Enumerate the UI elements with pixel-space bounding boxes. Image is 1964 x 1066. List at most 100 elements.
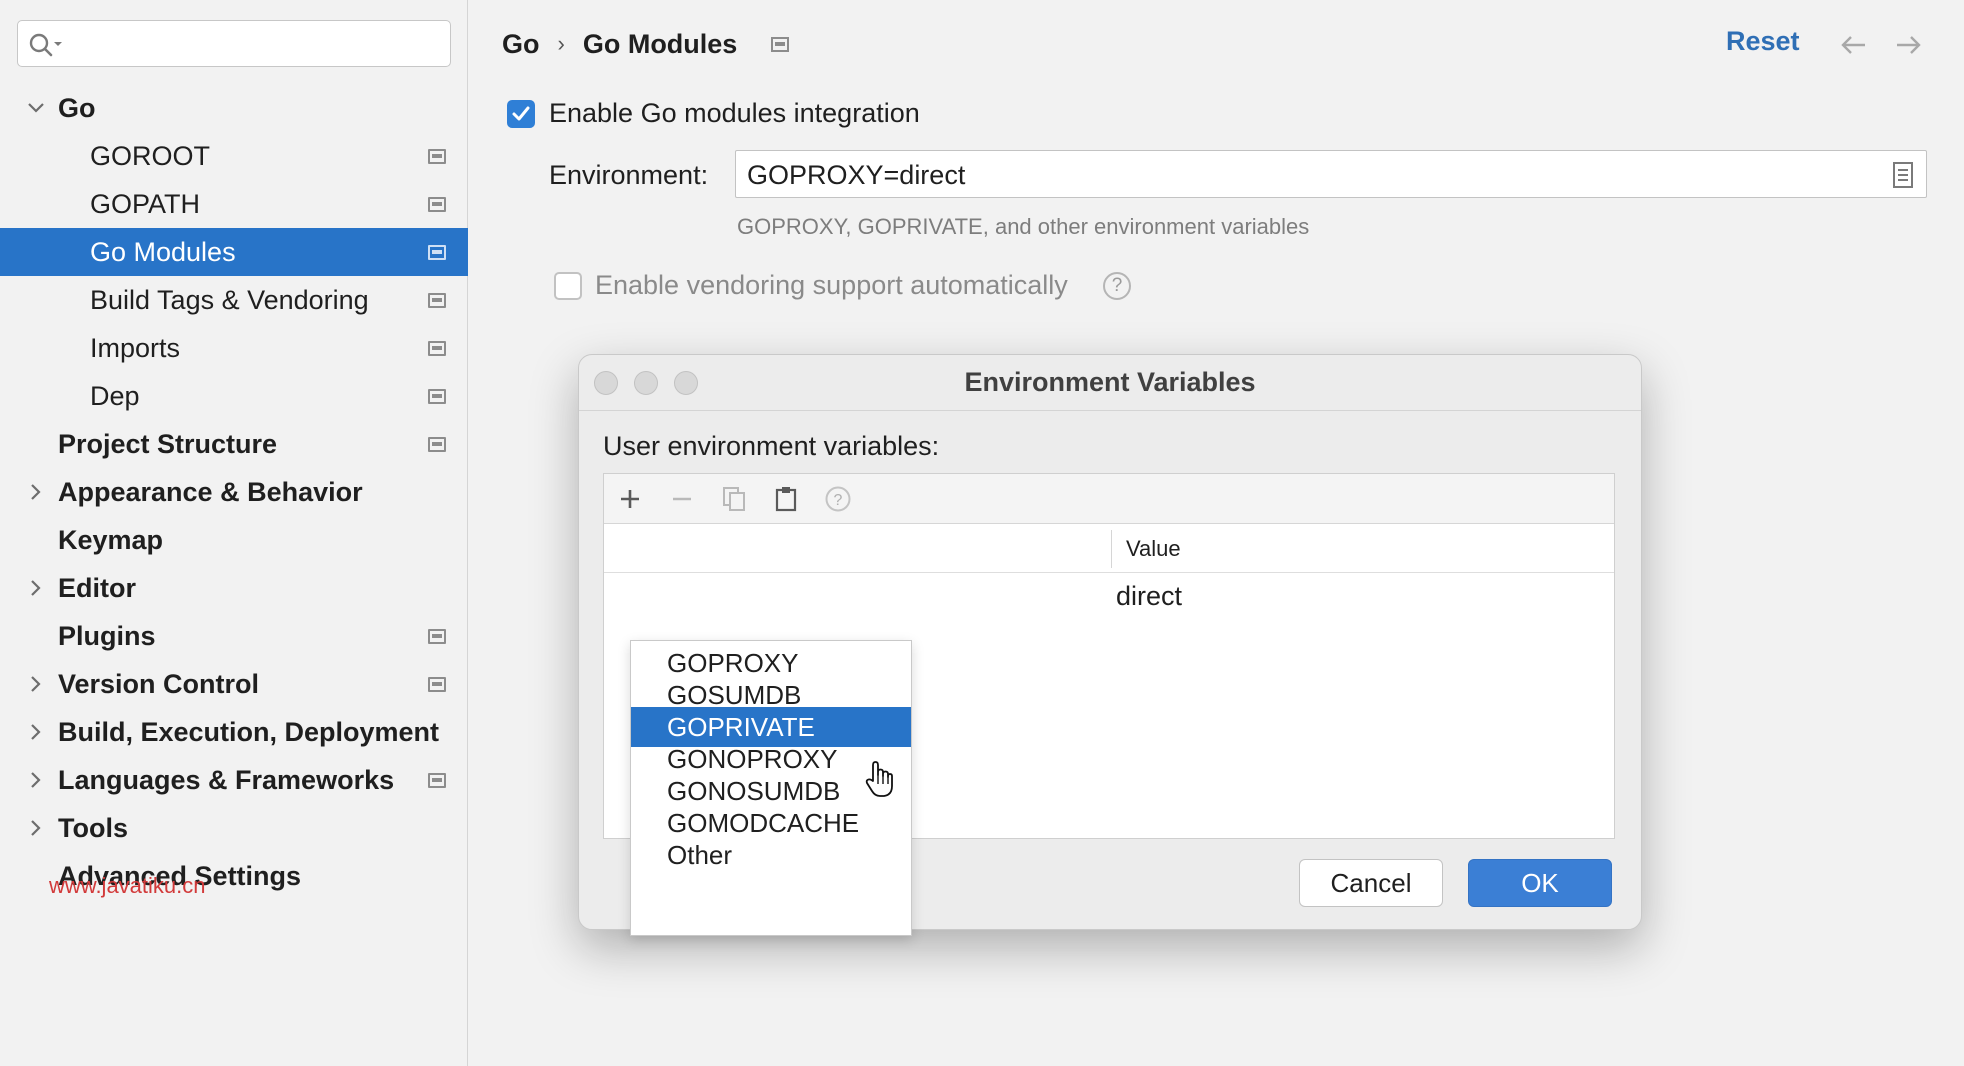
tree-item-label: Imports bbox=[90, 333, 181, 363]
tree-item-dep[interactable]: Dep bbox=[0, 372, 468, 420]
settings-sidebar: Go GOROOT GOPATH Go Modules Build Tags &… bbox=[0, 0, 468, 1066]
project-level-icon bbox=[771, 36, 790, 52]
chevron-right-icon[interactable] bbox=[26, 468, 46, 516]
environment-field[interactable]: GOPROXY=direct bbox=[735, 150, 1927, 198]
tree-item-editor[interactable]: Editor bbox=[0, 564, 468, 612]
search-icon bbox=[29, 33, 62, 57]
tree-item-languages[interactable]: Languages & Frameworks bbox=[0, 756, 468, 804]
tree-item-tools[interactable]: Tools bbox=[0, 804, 468, 852]
paste-variable-button[interactable] bbox=[772, 485, 800, 513]
tree-item-keymap[interactable]: Keymap bbox=[0, 516, 468, 564]
help-icon[interactable]: ? bbox=[1103, 272, 1131, 300]
dialog-title: Environment Variables bbox=[964, 367, 1256, 397]
tree-item-version-control[interactable]: Version Control bbox=[0, 660, 468, 708]
hand-cursor-icon bbox=[865, 761, 893, 797]
add-variable-button[interactable] bbox=[616, 485, 644, 513]
tree-item-label: Keymap bbox=[58, 525, 164, 555]
project-level-icon bbox=[428, 773, 446, 788]
arrow-left-icon[interactable] bbox=[1839, 30, 1869, 60]
user-variables-label: User environment variables: bbox=[603, 431, 940, 461]
tree-item-build-execution[interactable]: Build, Execution, Deployment bbox=[0, 708, 468, 756]
tree-item-project-structure[interactable]: Project Structure bbox=[0, 420, 468, 468]
chevron-right-icon[interactable] bbox=[26, 804, 46, 852]
svg-text:?: ? bbox=[834, 492, 843, 509]
tree-item-label: Build, Execution, Deployment bbox=[58, 717, 440, 747]
vendoring-label[interactable]: Enable vendoring support automatically bbox=[595, 270, 1068, 301]
tree-item-plugins[interactable]: Plugins bbox=[0, 612, 468, 660]
vendoring-checkbox[interactable] bbox=[554, 272, 582, 300]
tree-item-label: Build Tags & Vendoring bbox=[90, 285, 369, 315]
table-cell-value[interactable]: direct bbox=[1116, 581, 1182, 612]
watermark: www.javatiku.cn bbox=[49, 873, 206, 898]
variables-table: ? Value direct GOPROXY GOSUMDB GOPRIVATE… bbox=[603, 473, 1615, 936]
project-level-icon bbox=[428, 629, 446, 644]
column-header-value[interactable]: Value bbox=[1126, 536, 1181, 562]
table-header: Value bbox=[604, 525, 1614, 573]
paste-icon bbox=[775, 487, 797, 512]
enable-modules-checkbox[interactable] bbox=[507, 100, 535, 128]
column-divider[interactable] bbox=[1111, 530, 1112, 568]
environment-hint: GOPROXY, GOPRIVATE, and other environmen… bbox=[737, 214, 1310, 239]
cancel-button[interactable]: Cancel bbox=[1299, 859, 1443, 907]
tree-item-label: Plugins bbox=[58, 621, 156, 651]
tree-item-build-tags[interactable]: Build Tags & Vendoring bbox=[0, 276, 468, 324]
tree-item-label: Dep bbox=[90, 381, 140, 411]
dialog-titlebar: Environment Variables bbox=[579, 355, 1641, 411]
project-level-icon bbox=[428, 341, 446, 356]
tree-item-go-modules[interactable]: Go Modules bbox=[0, 228, 468, 276]
tree-item-go[interactable]: Go bbox=[0, 84, 468, 132]
project-level-icon bbox=[428, 677, 446, 692]
minus-icon bbox=[673, 497, 691, 501]
tree-item-label: Go bbox=[58, 93, 96, 123]
remove-variable-button[interactable] bbox=[668, 485, 696, 513]
tree-item-gopath[interactable]: GOPATH bbox=[0, 180, 468, 228]
breadcrumb-current: Go Modules bbox=[582, 28, 738, 59]
dropdown-item-other[interactable]: Other bbox=[631, 835, 911, 875]
help-button[interactable]: ? bbox=[824, 485, 852, 513]
chevron-right-icon[interactable] bbox=[26, 756, 46, 804]
environment-value: GOPROXY=direct bbox=[747, 160, 966, 190]
checkmark-icon bbox=[512, 106, 530, 121]
project-level-icon bbox=[428, 437, 446, 452]
tree-item-label: Editor bbox=[58, 573, 136, 603]
table-toolbar: ? bbox=[604, 474, 1614, 524]
project-level-icon bbox=[428, 149, 446, 164]
chevron-right-icon[interactable] bbox=[26, 564, 46, 612]
environment-label: Environment: bbox=[549, 160, 709, 190]
tree-item-label: Languages & Frameworks bbox=[58, 765, 395, 795]
tree-item-label: Version Control bbox=[58, 669, 260, 699]
variable-name-dropdown: GOPROXY GOSUMDB GOPRIVATE GONOPROXY GONO… bbox=[630, 640, 912, 936]
search-input[interactable] bbox=[70, 27, 440, 60]
tree-item-label: Go Modules bbox=[90, 237, 236, 267]
help-icon: ? bbox=[825, 486, 851, 512]
environment-variables-dialog: Environment Variables User environment v… bbox=[578, 354, 1642, 936]
settings-window: Go GOROOT GOPATH Go Modules Build Tags &… bbox=[0, 0, 1964, 1066]
plus-icon bbox=[621, 490, 639, 508]
tree-item-goroot[interactable]: GOROOT bbox=[0, 132, 468, 180]
tree-item-label: Tools bbox=[58, 813, 128, 843]
tree-item-label: GOROOT bbox=[90, 141, 210, 171]
tree-item-appearance[interactable]: Appearance & Behavior bbox=[0, 468, 468, 516]
browse-icon[interactable] bbox=[1892, 161, 1914, 189]
chevron-right-icon[interactable] bbox=[26, 708, 46, 756]
project-level-icon bbox=[428, 389, 446, 404]
reset-link[interactable]: Reset bbox=[1726, 26, 1800, 57]
arrow-right-icon[interactable] bbox=[1893, 30, 1923, 60]
settings-tree: Go GOROOT GOPATH Go Modules Build Tags &… bbox=[0, 84, 468, 900]
project-level-icon bbox=[428, 245, 446, 260]
project-level-icon bbox=[428, 293, 446, 308]
copy-icon bbox=[723, 487, 745, 511]
breadcrumb: Go › Go Modules bbox=[502, 26, 790, 62]
tree-item-label: Project Structure bbox=[58, 429, 278, 459]
project-level-icon bbox=[428, 197, 446, 212]
ok-button[interactable]: OK bbox=[1468, 859, 1612, 907]
chevron-right-icon[interactable] bbox=[26, 660, 46, 708]
breadcrumb-parent[interactable]: Go bbox=[502, 29, 540, 60]
breadcrumb-separator: › bbox=[557, 31, 565, 56]
enable-modules-label[interactable]: Enable Go modules integration bbox=[549, 98, 920, 129]
tree-item-label: GOPATH bbox=[90, 189, 201, 219]
tree-item-imports[interactable]: Imports bbox=[0, 324, 468, 372]
chevron-down-icon[interactable] bbox=[26, 84, 46, 132]
copy-variable-button[interactable] bbox=[720, 485, 748, 513]
settings-search[interactable] bbox=[17, 20, 451, 67]
